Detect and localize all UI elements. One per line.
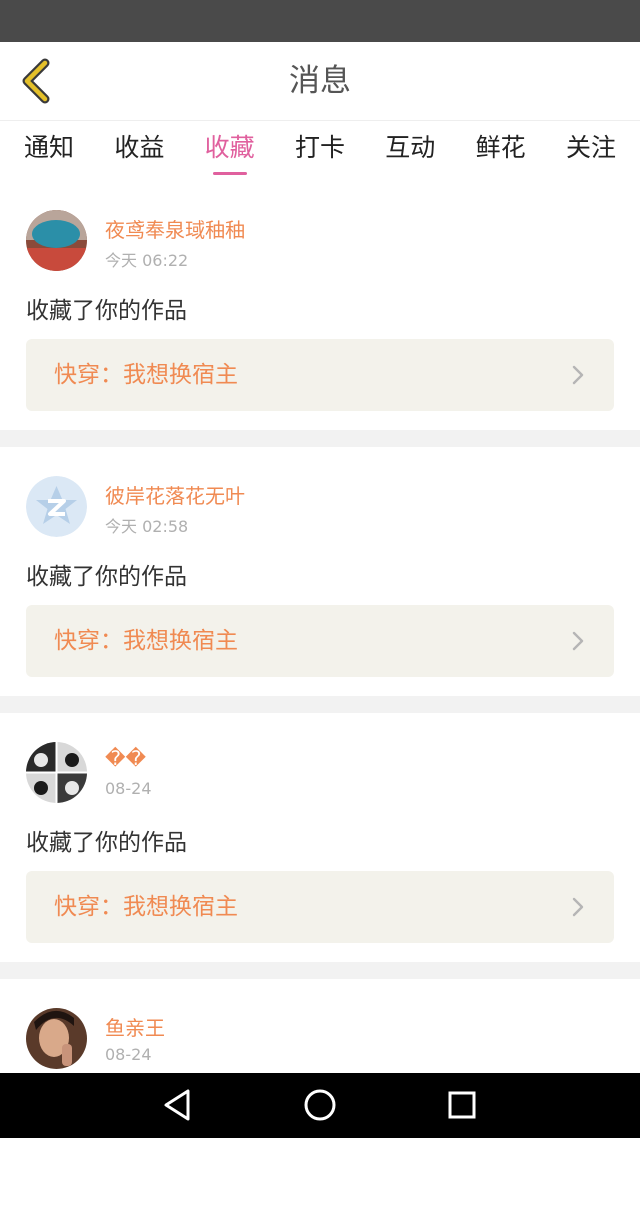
message-card: 彼岸花落花无叶 今天 02:58 收藏了你的作品 快穿：我想换宿主 bbox=[0, 447, 640, 696]
timestamp: 今天 06:22 bbox=[105, 251, 189, 270]
chevron-right-icon bbox=[572, 631, 584, 651]
divider bbox=[0, 430, 640, 447]
nav-recent-button[interactable] bbox=[442, 1085, 482, 1125]
active-tab-indicator bbox=[212, 172, 247, 175]
work-link[interactable]: 快穿：我想换宿主 bbox=[26, 871, 614, 943]
message-card: 夜鸢奉泉琙秞秞 今天 06:22 收藏了你的作品 快穿：我想换宿主 bbox=[0, 181, 640, 430]
nav-home-button[interactable] bbox=[300, 1085, 340, 1125]
chevron-left-icon bbox=[22, 58, 50, 104]
work-title: 快穿：我想换宿主 bbox=[54, 894, 238, 920]
avatar[interactable] bbox=[26, 210, 87, 271]
action-text: 收藏了你的作品 bbox=[26, 564, 187, 590]
tab-label: 收藏 bbox=[204, 133, 255, 162]
header: 消息 bbox=[0, 42, 640, 121]
tab-bar: 通知 收益 收藏 打卡 互动 鲜花 关注 bbox=[0, 121, 640, 181]
avatar[interactable] bbox=[26, 742, 87, 803]
tab-earnings[interactable]: 收益 bbox=[104, 121, 174, 181]
work-title: 快穿：我想换宿主 bbox=[54, 628, 238, 654]
timestamp: 今天 02:58 bbox=[105, 517, 189, 536]
chevron-right-icon bbox=[572, 365, 584, 385]
action-text: 收藏了你的作品 bbox=[26, 298, 187, 324]
work-link[interactable]: 快穿：我想换宿主 bbox=[26, 339, 614, 411]
system-nav-bar bbox=[0, 1073, 640, 1138]
nav-back-button[interactable] bbox=[158, 1085, 198, 1125]
username[interactable]: �� bbox=[105, 746, 146, 770]
back-button[interactable] bbox=[12, 54, 60, 108]
message-card: �� 08-24 收藏了你的作品 快穿：我想换宿主 bbox=[0, 713, 640, 962]
tab-following[interactable]: 关注 bbox=[556, 121, 626, 181]
tab-label: 收益 bbox=[114, 133, 165, 162]
tab-label: 互动 bbox=[385, 133, 436, 162]
avatar[interactable] bbox=[26, 476, 87, 537]
tab-label: 鲜花 bbox=[475, 133, 526, 162]
tab-checkin[interactable]: 打卡 bbox=[285, 121, 355, 181]
timestamp: 08-24 bbox=[105, 1045, 152, 1064]
avatar-image bbox=[26, 1008, 87, 1069]
action-text: 收藏了你的作品 bbox=[26, 830, 187, 856]
username[interactable]: 鱼亲王 bbox=[105, 1012, 165, 1041]
square-recent-icon bbox=[448, 1091, 476, 1119]
tab-label: 打卡 bbox=[294, 133, 345, 162]
message-list: 夜鸢奉泉琙秞秞 今天 06:22 收藏了你的作品 快穿：我想换宿主 彼岸花落花无… bbox=[0, 181, 640, 1228]
tab-notifications[interactable]: 通知 bbox=[14, 121, 84, 181]
triangle-back-icon bbox=[164, 1089, 190, 1121]
tab-favorites[interactable]: 收藏 bbox=[195, 121, 265, 181]
divider bbox=[0, 696, 640, 713]
divider bbox=[0, 962, 640, 979]
tab-label: 关注 bbox=[565, 133, 616, 162]
tab-interactions[interactable]: 互动 bbox=[375, 121, 445, 181]
chevron-right-icon bbox=[572, 897, 584, 917]
tab-flowers[interactable]: 鲜花 bbox=[466, 121, 536, 181]
avatar-image bbox=[26, 210, 87, 271]
avatar[interactable] bbox=[26, 1008, 87, 1069]
avatar-image bbox=[26, 742, 87, 803]
tab-label: 通知 bbox=[23, 133, 74, 162]
circle-home-icon bbox=[304, 1089, 336, 1121]
username[interactable]: 夜鸢奉泉琙秞秞 bbox=[105, 214, 245, 243]
page-title: 消息 bbox=[289, 63, 351, 99]
status-bar bbox=[0, 0, 640, 42]
timestamp: 08-24 bbox=[105, 779, 152, 798]
work-title: 快穿：我想换宿主 bbox=[54, 362, 238, 388]
avatar-image bbox=[26, 476, 87, 537]
work-link[interactable]: 快穿：我想换宿主 bbox=[26, 605, 614, 677]
username[interactable]: 彼岸花落花无叶 bbox=[105, 480, 245, 509]
